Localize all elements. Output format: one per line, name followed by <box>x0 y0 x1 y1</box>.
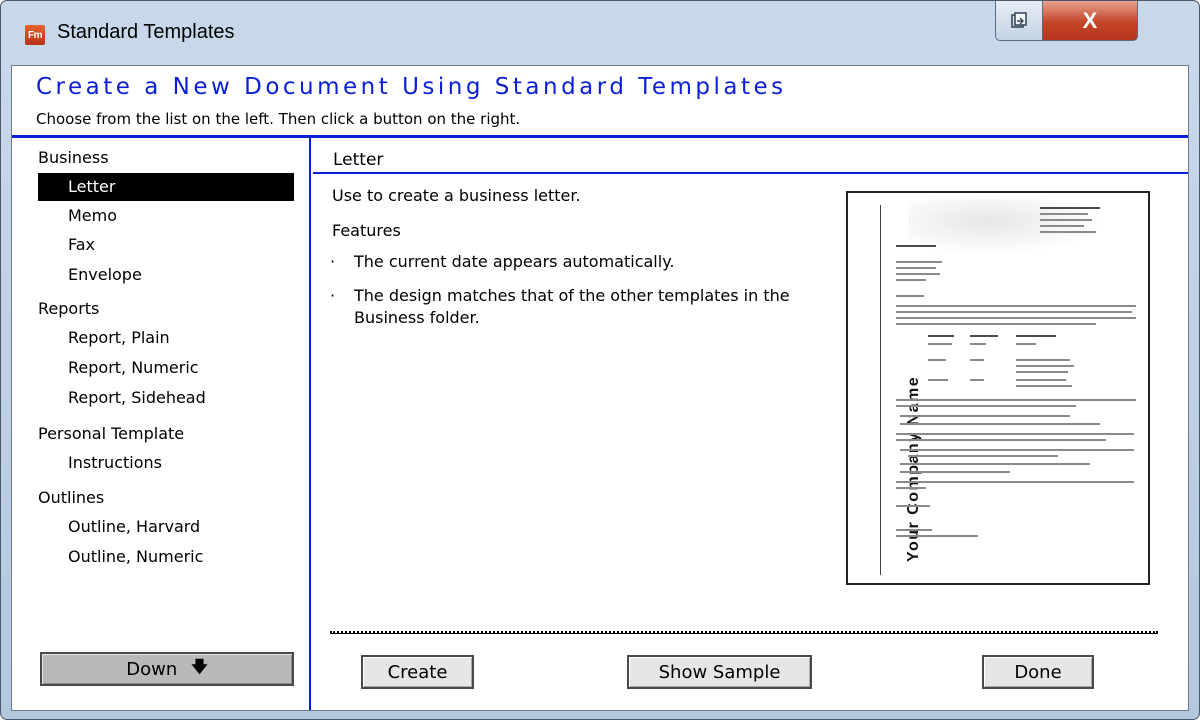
template-item-instructions[interactable]: Instructions <box>38 449 294 477</box>
preview-rule <box>880 205 881 575</box>
template-item-outline-numeric[interactable]: Outline, Numeric <box>38 543 294 571</box>
feature-item: · The current date appears automatically… <box>330 251 830 273</box>
dialog-header: Create a New Document Using Standard Tem… <box>12 66 1188 138</box>
feature-text: The current date appears automatically. <box>354 252 675 271</box>
template-item-fax[interactable]: Fax <box>38 231 294 259</box>
framemaker-app-icon: Fm <box>25 25 45 45</box>
arrow-down-icon: 🡇 <box>191 656 208 676</box>
category-personal-template: Personal Template <box>38 424 185 443</box>
category-reports: Reports <box>38 299 100 318</box>
template-list: Business Letter Memo Fax Envelope Report… <box>12 138 311 710</box>
template-item-letter[interactable]: Letter <box>38 173 294 201</box>
template-item-report-plain[interactable]: Report, Plain <box>38 324 294 352</box>
close-icon: X <box>1082 7 1098 33</box>
restore-button[interactable] <box>995 1 1043 41</box>
restore-icon <box>1011 11 1027 28</box>
header-title: Create a New Document Using Standard Tem… <box>36 74 787 100</box>
done-button[interactable]: Done <box>982 655 1094 689</box>
feature-text: The design matches that of the other tem… <box>354 286 790 327</box>
category-business: Business <box>38 148 109 167</box>
features-heading: Features <box>332 221 401 240</box>
close-button[interactable]: X <box>1042 1 1138 41</box>
template-item-report-numeric[interactable]: Report, Numeric <box>38 354 294 382</box>
template-item-outline-harvard[interactable]: Outline, Harvard <box>38 513 294 541</box>
bullet-icon: · <box>330 286 336 305</box>
feature-item: · The design matches that of the other t… <box>330 285 830 329</box>
template-item-envelope[interactable]: Envelope <box>38 261 294 289</box>
dialog-client-area: Create a New Document Using Standard Tem… <box>11 65 1189 711</box>
down-button[interactable]: Down 🡇 <box>40 652 294 686</box>
detail-title: Letter <box>333 150 384 170</box>
down-button-label: Down <box>126 658 178 680</box>
template-item-report-sidehead[interactable]: Report, Sidehead <box>38 384 294 412</box>
divider <box>330 631 1158 634</box>
template-item-memo[interactable]: Memo <box>38 202 294 230</box>
show-sample-button[interactable]: Show Sample <box>627 655 812 689</box>
template-preview-thumbnail: Your Company Name <box>846 191 1150 585</box>
preview-company-name: Your Company Name <box>905 375 922 562</box>
window: Fm Standard Templates X Create a New Doc… <box>0 0 1200 720</box>
title-bar[interactable]: Fm Standard Templates X <box>1 1 1199 65</box>
header-subtitle: Choose from the list on the left. Then c… <box>36 110 521 128</box>
category-outlines: Outlines <box>38 488 105 507</box>
template-description: Use to create a business letter. <box>332 186 581 205</box>
create-button[interactable]: Create <box>361 655 474 689</box>
bullet-icon: · <box>330 252 336 271</box>
detail-header: Letter <box>313 138 1188 174</box>
window-title: Standard Templates <box>57 21 235 43</box>
